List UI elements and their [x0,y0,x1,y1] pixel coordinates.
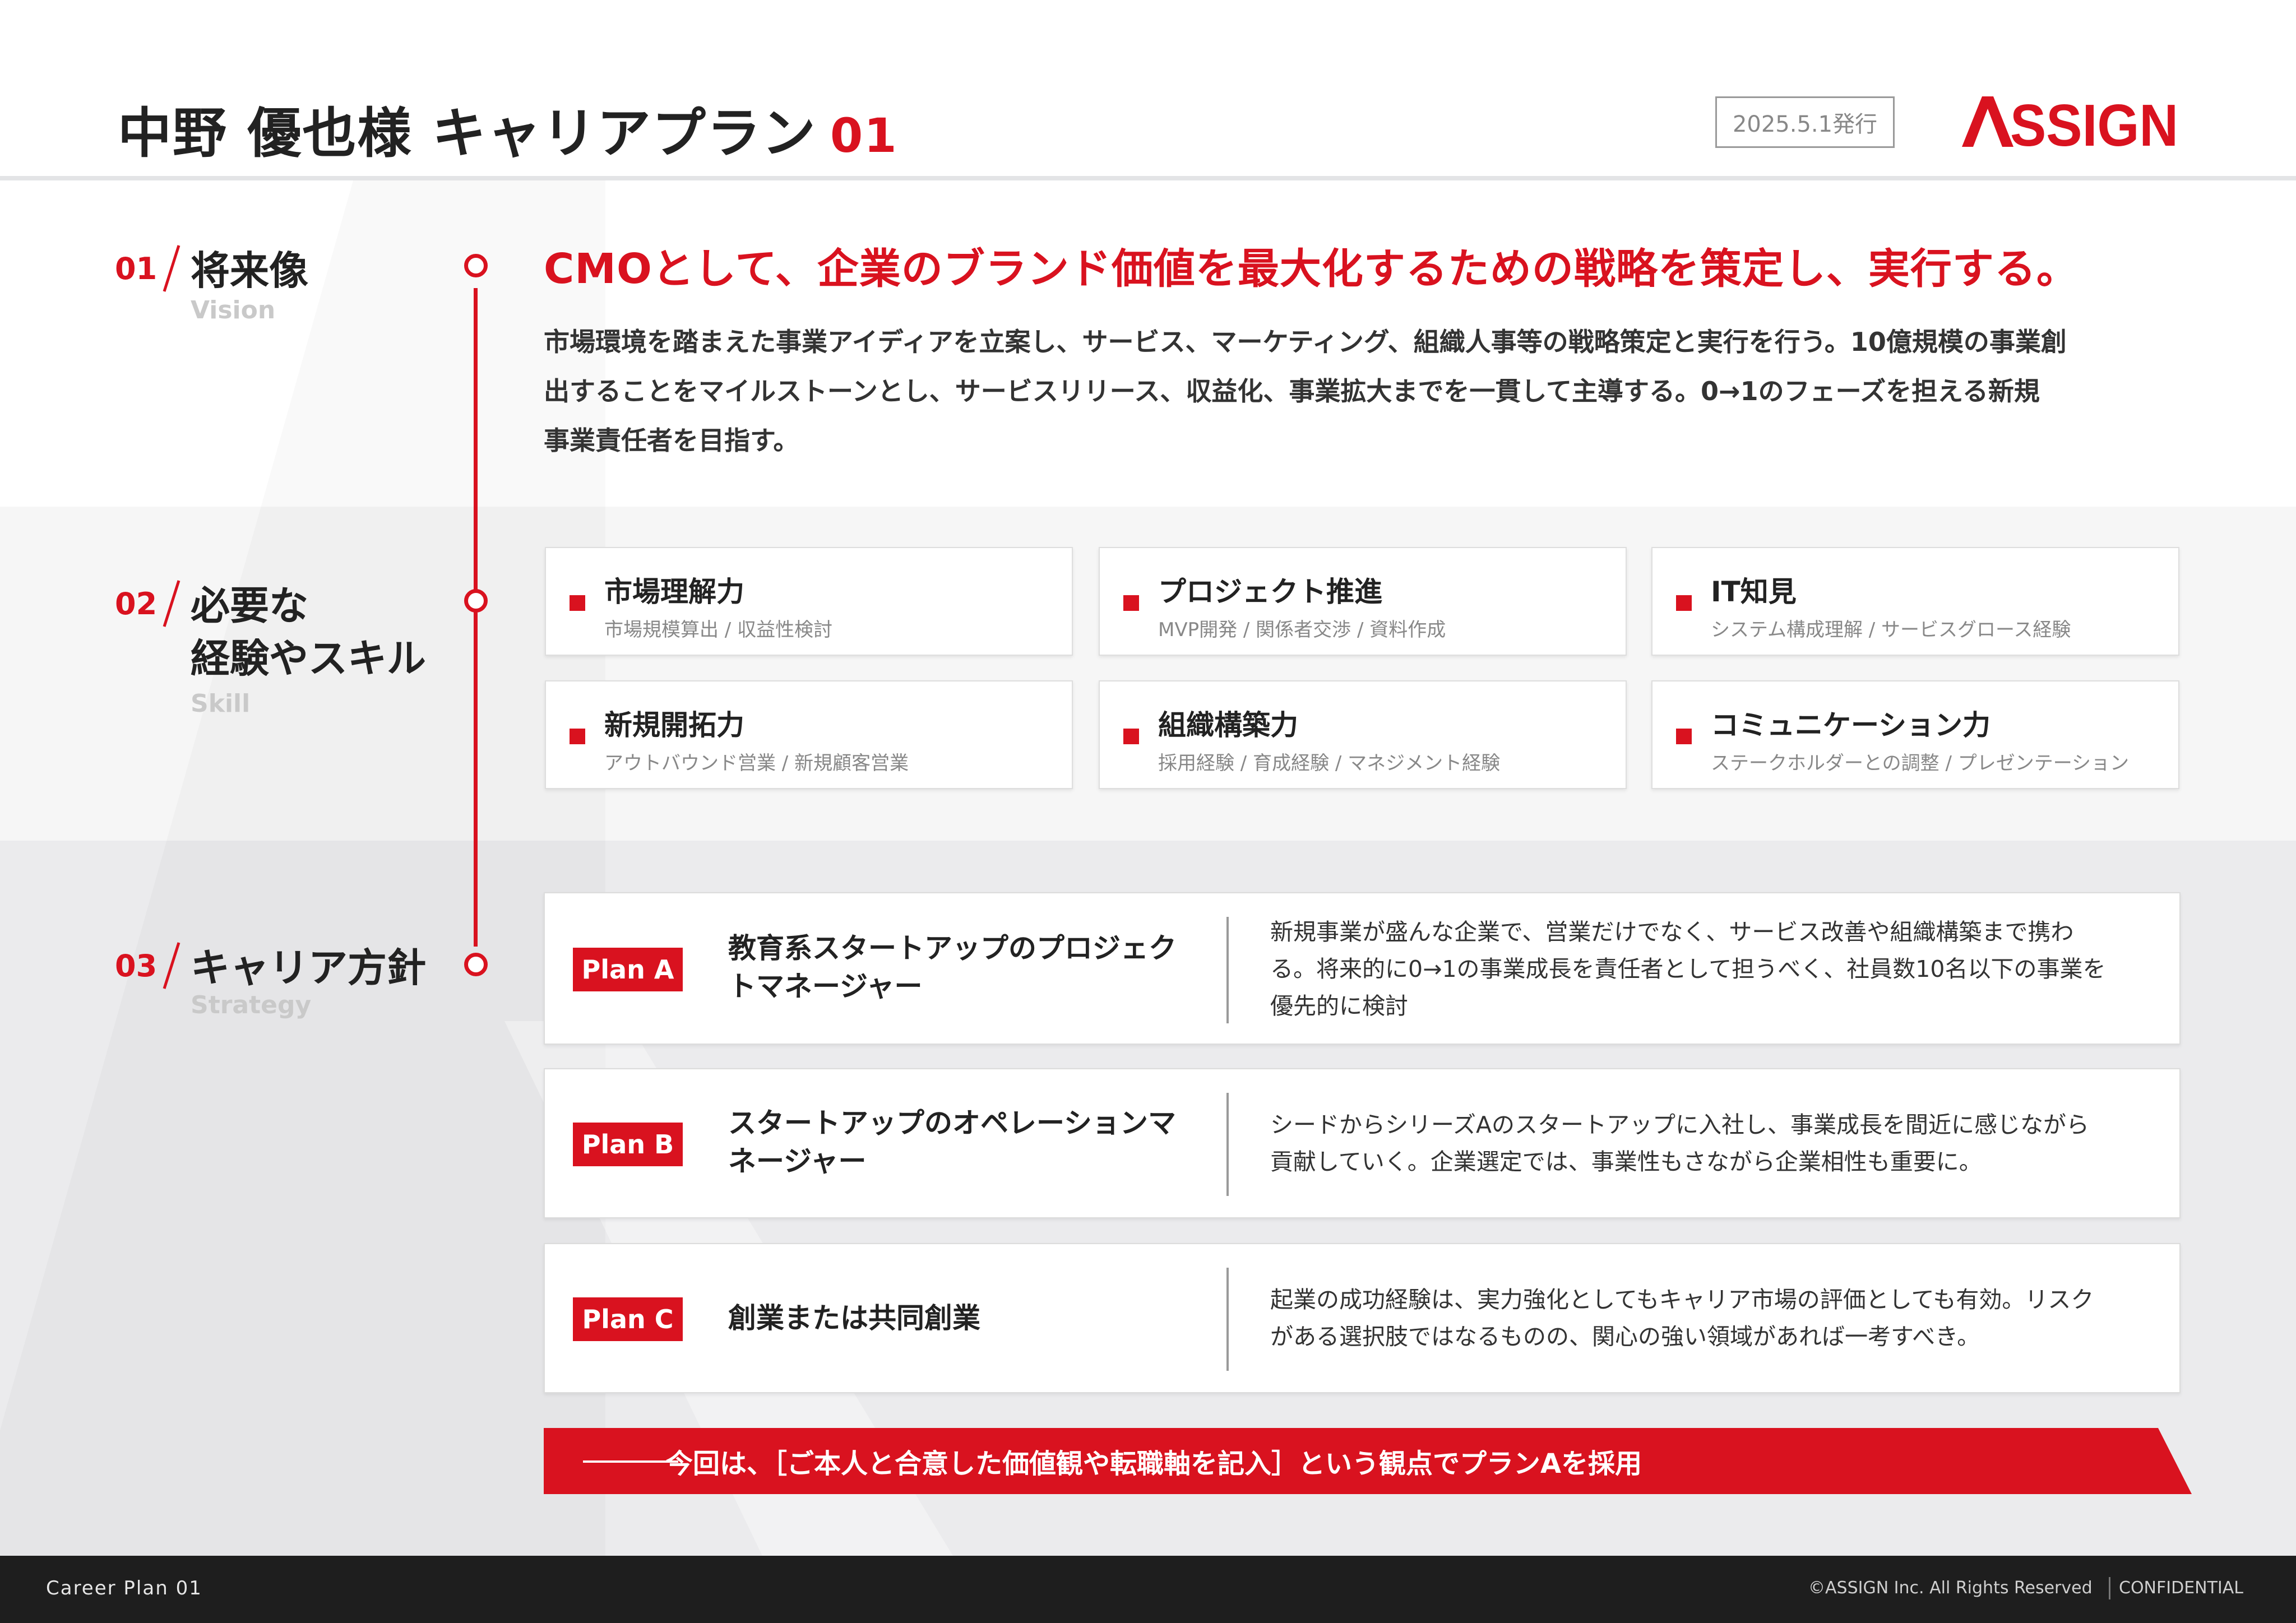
section-title: 将来像 [191,248,308,294]
plan-title: 創業または共同創業 [728,1299,1177,1337]
bullet-square-icon [1123,595,1139,611]
plan-card-c: Plan C 創業または共同創業 起業の成功経験は、実力強化としてもキャリア市場… [544,1243,2181,1393]
bullet-square-icon [1676,729,1692,744]
vision-body: 市場環境を踏まえた事業アイディアを立案し、サービス、マーケティング、組織人事等の… [544,317,2169,465]
section-subtitle: Vision [191,296,276,324]
skill-card: プロジェクト推進 MVP開発 / 関係者交渉 / 資料作成 [1099,547,1627,656]
plan-desc-line: 起業の成功経験は、実力強化としてもキャリア市場の評価としても有効。リスク [1270,1286,2094,1313]
section-number: 03 [115,948,158,984]
plan-divider [1226,917,1229,1023]
slash-icon [163,942,180,989]
section-title-line: 経験やスキル [191,636,426,681]
plan-card-b: Plan B スタートアップのオペレーションマ ネージャー シードからシリーズA… [544,1068,2181,1218]
section-subtitle: Strategy [191,991,312,1019]
section-title: キャリア方針 [191,945,426,991]
skill-desc: ステークホルダーとの調整 / プレゼンテーション [1711,752,2130,775]
section-title-line: 必要な [191,583,308,629]
skill-card: コミュニケーション力 ステークホルダーとの調整 / プレゼンテーション [1651,680,2179,789]
skill-name: IT知見 [1711,576,1797,608]
plan-desc-line: 新規事業が盛んな企業で、営業だけでなく、サービス改善や組織構築まで携わ [1270,919,2074,945]
skill-desc: MVP開発 / 関係者交渉 / 資料作成 [1158,619,1446,641]
section-number: 01 [115,251,158,286]
skill-name: 組織構築力 [1158,709,1298,741]
slash-icon [163,580,180,627]
plan-title-line: トマネージャー [728,970,923,1003]
section-number: 02 [115,586,158,622]
skill-card: 組織構築力 採用経験 / 育成経験 / マネジメント経験 [1099,680,1627,789]
slash-icon [163,245,180,292]
vision-body-line: 出することをマイルストーンとし、サービスリリース、収益化、事業拡大までを一貫して… [544,376,2040,406]
skill-desc: 市場規模算出 / 収益性検討 [604,619,833,641]
footer-doc-label: Career Plan 01 [46,1577,202,1599]
skill-name: 新規開拓力 [604,709,744,741]
section-title: 必要な 経験やスキル [191,579,426,685]
plan-divider [1226,1093,1229,1196]
skill-card: 新規開拓力 アウトバウンド営業 / 新規顧客営業 [545,680,1073,789]
skill-name: 市場理解力 [604,576,744,608]
plan-desc-line: る。将来的に0→1の事業成長を責任者として担うべく、社員数10名以下の事業を [1270,956,2106,982]
conclusion-banner: 今回は、［ご本人と合意した価値観や転職軸を記入］という観点でプランAを採用 [544,1428,2192,1494]
bullet-square-icon [570,595,585,611]
timeline-dot-strategy [464,953,488,976]
plan-title-line: 教育系スタートアップのプロジェク [728,932,1177,964]
skill-name: コミュニケーション力 [1711,709,1991,741]
plan-title: 教育系スタートアップのプロジェク トマネージャー [728,929,1177,1005]
plan-title-line: スタートアップのオペレーションマ [728,1107,1176,1139]
plan-badge: Plan B [573,1123,683,1166]
plan-badge: Plan A [573,948,683,991]
footer-confidential: CONFIDENTIAL [2119,1578,2244,1598]
skill-card: 市場理解力 市場規模算出 / 収益性検討 [545,547,1073,656]
issue-date-badge: 2025.5.1発行 [1715,96,1895,148]
skill-desc: システム構成理解 / サービスグロース経験 [1711,619,2071,641]
page-title-number: 01 [830,108,898,163]
plan-title: スタートアップのオペレーションマ ネージャー [728,1104,1177,1180]
plan-desc-line: 優先的に検討 [1270,993,1408,1019]
vision-body-line: 事業責任者を目指す。 [544,425,799,456]
section-subtitle: Skill [191,689,251,718]
header-divider [0,176,2296,180]
timeline-dot-vision [464,254,488,277]
bullet-square-icon [1676,595,1692,611]
plan-desc: 起業の成功経験は、実力強化としてもキャリア市場の評価としても有効。リスク がある… [1270,1281,2145,1355]
footer-separator [2109,1577,2110,1599]
plan-badge: Plan C [573,1297,683,1341]
footer-copyright: ©ASSIGN Inc. All Rights Reserved [1808,1578,2093,1598]
footer: Career Plan 01 ©ASSIGN Inc. All Rights R… [0,1556,2296,1623]
bullet-square-icon [570,729,585,744]
conclusion-text: 今回は、［ご本人と合意した価値観や転職軸を記入］という観点でプランAを採用 [666,1448,1642,1480]
plan-desc-line: 貢献していく。企業選定では、事業性もさながら企業相性も重要に。 [1270,1148,1982,1175]
vision-headline: CMOとして、企業のブランド価値を最大化するための戦略を策定し、実行する。 [544,245,2079,293]
plan-desc: シードからシリーズAのスタートアップに入社し、事業成長を間近に感じながら 貢献し… [1270,1106,2145,1180]
timeline-line [474,288,478,947]
plan-divider [1226,1268,1229,1371]
plan-desc: 新規事業が盛んな企業で、営業だけでなく、サービス改善や組織構築まで携わ る。将来… [1270,913,2145,1024]
skill-card: IT知見 システム構成理解 / サービスグロース経験 [1651,547,2179,656]
skill-name: プロジェクト推進 [1158,576,1382,608]
assign-logo: SSIGN [1962,92,2181,159]
bullet-square-icon [1123,729,1139,744]
plan-title-line: 創業または共同創業 [728,1302,980,1334]
vision-body-line: 市場環境を踏まえた事業アイディアを立案し、サービス、マーケティング、組織人事等の… [544,327,2067,357]
page-title-text: 中野 優也様 キャリアプラン [118,102,817,165]
header: 中野 優也様 キャリアプラン 01 2025.5.1発行 SSIGN [0,0,2296,178]
skill-desc: 採用経験 / 育成経験 / マネジメント経験 [1158,752,1501,775]
plan-card-a: Plan A 教育系スタートアップのプロジェク トマネージャー 新規事業が盛んな… [544,892,2181,1045]
plan-desc-line: シードからシリーズAのスタートアップに入社し、事業成長を間近に感じながら [1270,1111,2089,1138]
timeline-dot-skill [464,589,488,613]
page-title: 中野 優也様 キャリアプラン 01 [118,90,898,168]
plan-desc-line: がある選択肢ではなるものの、関心の強い領域があれば一考すべき。 [1270,1323,1980,1350]
plan-title-line: ネージャー [728,1145,867,1177]
skill-desc: アウトバウンド営業 / 新規顧客営業 [604,752,909,775]
banner-dash-icon [583,1460,678,1463]
svg-text:SSIGN: SSIGN [2010,94,2178,150]
